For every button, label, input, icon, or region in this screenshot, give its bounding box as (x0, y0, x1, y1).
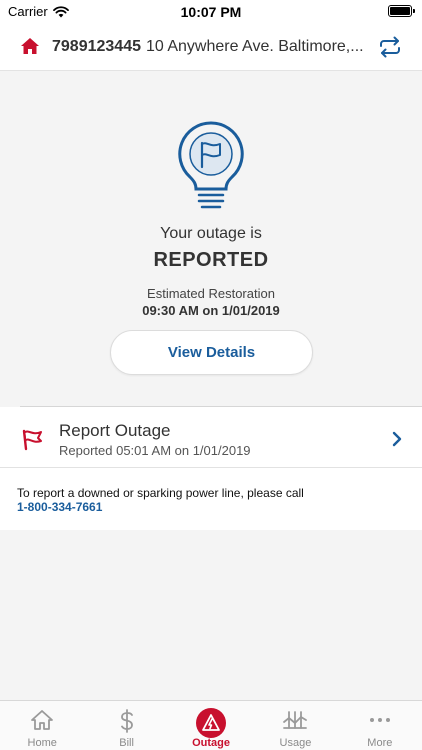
tab-outage-label: Outage (192, 737, 230, 749)
tab-bar: Home Bill Outage Usage More (0, 700, 422, 750)
tab-more-label: More (367, 737, 393, 749)
chevron-right-icon (392, 431, 402, 447)
home-icon (31, 710, 54, 730)
tab-bill-label: Bill (119, 737, 134, 749)
report-outage-row[interactable]: Report Outage Reported 05:01 AM on 1/01/… (0, 407, 422, 468)
more-icon (369, 718, 390, 722)
account-header[interactable]: 7989123445 10 Anywhere Ave. Baltimore,... (0, 24, 422, 71)
view-details-button[interactable]: View Details (110, 330, 313, 375)
outage-icon (196, 708, 227, 738)
outage-status: REPORTED (153, 249, 269, 271)
downed-line-phone-link[interactable]: 1-800-334-7661 (17, 500, 102, 514)
report-outage-subtitle: Reported 05:01 AM on 1/01/2019 (59, 443, 251, 458)
tab-bill[interactable]: Bill (84, 701, 168, 750)
downed-line-notice: To report a downed or sparking power lin… (0, 468, 422, 530)
estimated-restoration-label: Estimated Restoration (147, 286, 275, 301)
outage-status-prefix: Your outage is (160, 225, 262, 242)
tab-usage-label: Usage (279, 737, 312, 749)
tab-home-label: Home (27, 737, 57, 749)
tab-more[interactable]: More (338, 701, 422, 750)
usage-icon (283, 711, 308, 729)
home-icon (21, 38, 39, 54)
status-bar: Carrier 10:07 PM (0, 0, 422, 24)
battery-icon (388, 5, 415, 17)
tab-usage[interactable]: Usage (253, 701, 337, 750)
estimated-restoration-value: 09:30 AM on 1/01/2019 (142, 303, 280, 318)
flag-icon (22, 429, 42, 451)
tab-outage[interactable]: Outage (169, 701, 253, 750)
lightbulb-flag-icon (178, 121, 244, 209)
account-summary: 7989123445 10 Anywhere Ave. Baltimore,... (52, 38, 364, 56)
switch-account-icon[interactable] (378, 35, 402, 59)
downed-line-message: To report a downed or sparking power lin… (17, 486, 304, 500)
account-number: 7989123445 (52, 38, 141, 55)
outage-status-panel: Your outage is REPORTED Estimated Restor… (0, 72, 422, 406)
tab-home[interactable]: Home (0, 701, 84, 750)
dollar-icon (120, 709, 133, 733)
clock: 10:07 PM (180, 4, 242, 20)
account-address: 10 Anywhere Ave. Baltimore,... (145, 38, 364, 55)
report-outage-title: Report Outage (59, 421, 171, 440)
